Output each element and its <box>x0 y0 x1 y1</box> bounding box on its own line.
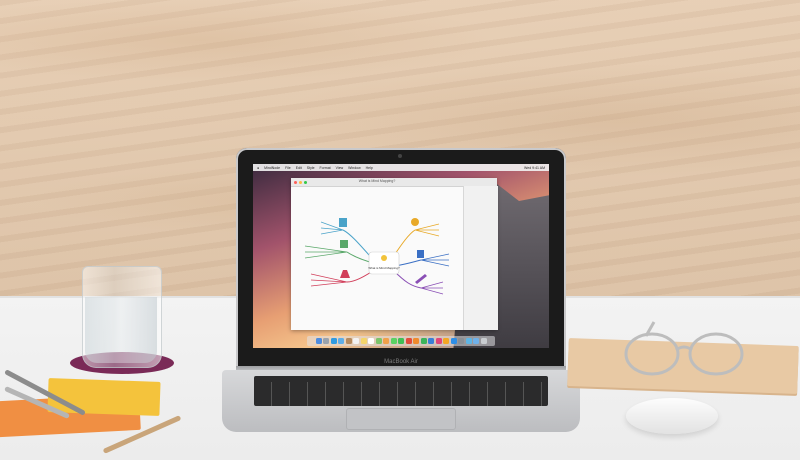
menu-clock: Wed 9:41 AM <box>524 165 545 170</box>
menu-edit[interactable]: Edit <box>296 166 302 170</box>
water <box>85 297 157 363</box>
flask-icon <box>340 270 350 278</box>
water-glass <box>82 266 162 368</box>
menu-help[interactable]: Help <box>366 166 373 170</box>
keynote-icon[interactable] <box>428 338 434 344</box>
menu-view[interactable]: View <box>336 166 344 170</box>
book-icon <box>339 218 347 227</box>
trackpad[interactable] <box>346 408 456 430</box>
mind-map-canvas[interactable]: What is Mind Mapping? <box>291 186 463 330</box>
menu-file[interactable]: File <box>285 166 291 170</box>
pencil-icon <box>415 274 427 284</box>
trash-icon[interactable] <box>480 338 487 344</box>
ibooks-icon[interactable] <box>443 338 449 344</box>
laptop-lid: ● MindNode File Edit Style Format View W… <box>236 148 566 370</box>
laptop-screen: ● MindNode File Edit Style Format View W… <box>253 164 549 348</box>
lightbulb-icon <box>381 255 387 261</box>
apple-icon[interactable]: ● <box>257 166 259 170</box>
menu-style[interactable]: Style <box>307 166 315 170</box>
laptop-base <box>222 370 580 432</box>
mindnode-icon[interactable] <box>465 338 472 344</box>
reminders-icon[interactable] <box>368 338 374 344</box>
desk-scene: ● MindNode File Edit Style Format View W… <box>0 0 800 460</box>
menu-app[interactable]: MindNode <box>264 166 280 170</box>
dock <box>307 336 495 346</box>
menu-bar: ● MindNode File Edit Style Format View W… <box>253 164 549 171</box>
subtopic-line <box>414 223 440 237</box>
maps-icon[interactable] <box>375 338 382 344</box>
yellow-notebook <box>47 378 161 416</box>
itunes-icon[interactable] <box>435 338 442 344</box>
menu-format[interactable]: Format <box>320 166 331 170</box>
contacts-icon[interactable] <box>345 338 352 344</box>
messages-icon[interactable] <box>390 338 397 344</box>
central-topic-label: What is Mind Mapping? <box>368 266 400 270</box>
webcam <box>398 154 402 158</box>
organize-icon <box>340 240 348 248</box>
pages-icon[interactable] <box>413 338 419 344</box>
window-title: What is Mind Mapping? <box>358 179 396 183</box>
calendar-icon[interactable] <box>353 338 359 344</box>
preferences-icon[interactable] <box>458 338 464 344</box>
notes-icon[interactable] <box>360 338 367 344</box>
subtopic-line <box>420 281 444 295</box>
finder-icon[interactable] <box>315 338 322 344</box>
launchpad-icon[interactable] <box>323 338 329 344</box>
app-store-icon[interactable] <box>450 338 457 344</box>
numbers-icon[interactable] <box>420 338 427 344</box>
laptop-brand-label: MacBook Air <box>384 359 418 365</box>
apple-fruit-icon <box>411 218 419 226</box>
chrome-icon[interactable] <box>405 338 412 344</box>
checklist-icon <box>417 250 424 258</box>
keyboard[interactable] <box>254 376 548 406</box>
menu-window[interactable]: Window <box>348 166 360 170</box>
photos-icon[interactable] <box>383 338 389 344</box>
inspector-panel[interactable] <box>463 186 498 330</box>
magic-mouse <box>626 398 718 434</box>
safari-icon[interactable] <box>330 338 337 344</box>
folder-icon[interactable] <box>473 338 479 344</box>
subtopic-line <box>420 253 450 267</box>
eyeglasses <box>624 321 744 376</box>
facetime-icon[interactable] <box>398 338 404 344</box>
mail-icon[interactable] <box>338 338 344 344</box>
mindnode-window: What is Mind Mapping? What is Mind Mappi… <box>291 178 498 330</box>
